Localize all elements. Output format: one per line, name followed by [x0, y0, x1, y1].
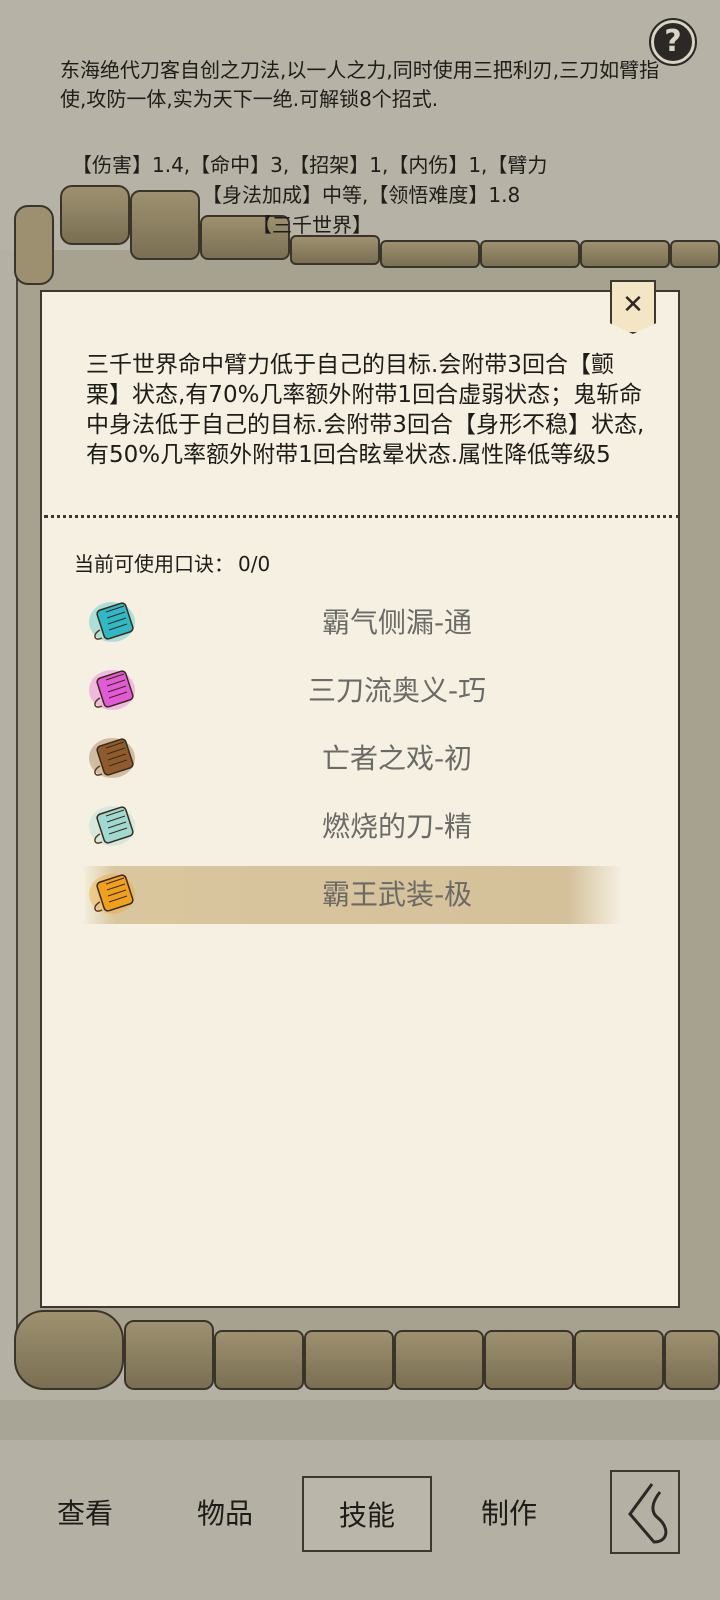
scroll-icon [88, 872, 136, 916]
formula-item-label: 三刀流奥义-巧 [307, 674, 487, 707]
skill-stats-line: 【三千世界】 [252, 213, 372, 237]
help-icon[interactable]: ? [649, 18, 697, 66]
scroll-shadow [0, 1400, 720, 1440]
formula-count-label: 当前可使用口诀： [74, 552, 234, 576]
scroll-roll-decoration [580, 240, 670, 268]
formula-count-value: 0/0 [238, 552, 271, 576]
scroll-roll-decoration [380, 240, 480, 268]
formula-item-label: 霸气侧漏-通 [321, 606, 473, 639]
scroll-roll-decoration [480, 240, 580, 268]
back-icon[interactable] [610, 1470, 680, 1554]
scroll-icon [88, 668, 136, 712]
scroll-icon [88, 804, 136, 848]
formula-list-item[interactable]: 霸王武装-极 [82, 866, 622, 924]
formula-item-label: 霸王武装-极 [321, 878, 473, 911]
close-icon[interactable]: ✕ [610, 280, 656, 334]
skill-stats-line: 【伤害】1.4,【命中】3,【招架】1,【内伤】1,【臂力 [72, 153, 548, 177]
skill-description-text: 东海绝代刀客自创之刀法,以一人之力,同时使用三把利刃,三刀如臂指使,攻防一体,实… [60, 58, 660, 111]
scroll-roll-decoration [14, 205, 54, 285]
formula-list-item[interactable]: 亡者之戏-初 [82, 730, 622, 788]
scroll-icon [88, 600, 136, 644]
scroll-icon [88, 736, 136, 780]
popup-description: 三千世界命中臂力低于自己的目标.会附带3回合【颤栗】状态,有70%几率额外附带1… [86, 352, 645, 468]
skill-stats: 【伤害】1.4,【命中】3,【招架】1,【内伤】1,【臂力 【身法加成】中等,【… [72, 150, 672, 240]
scroll-roll-decoration [670, 240, 720, 268]
bottom-nav: 查看 物品 技能 制作 [0, 1440, 720, 1600]
formula-item-label: 亡者之戏-初 [321, 742, 473, 775]
divider [44, 515, 680, 518]
nav-view-button[interactable]: 查看 [20, 1476, 150, 1552]
nav-craft-button[interactable]: 制作 [444, 1476, 574, 1552]
nav-skills-button[interactable]: 技能 [302, 1476, 432, 1552]
formula-list-item[interactable]: 三刀流奥义-巧 [82, 662, 622, 720]
formula-item-label: 燃烧的刀-精 [321, 810, 473, 843]
back-icon-glyph [628, 1483, 668, 1544]
scroll-bottom-roll [14, 1300, 720, 1400]
formula-list-item[interactable]: 霸气侧漏-通 [82, 594, 622, 652]
formula-list-item[interactable]: 燃烧的刀-精 [82, 798, 622, 856]
formula-count: 当前可使用口诀： 0/0 [74, 548, 270, 577]
formula-popup: 三千世界命中臂力低于自己的目标.会附带3回合【颤栗】状态,有70%几率额外附带1… [40, 290, 680, 1308]
skill-stats-line: 【身法加成】中等,【领悟难度】1.8 [202, 183, 521, 207]
nav-items-button[interactable]: 物品 [160, 1476, 290, 1552]
